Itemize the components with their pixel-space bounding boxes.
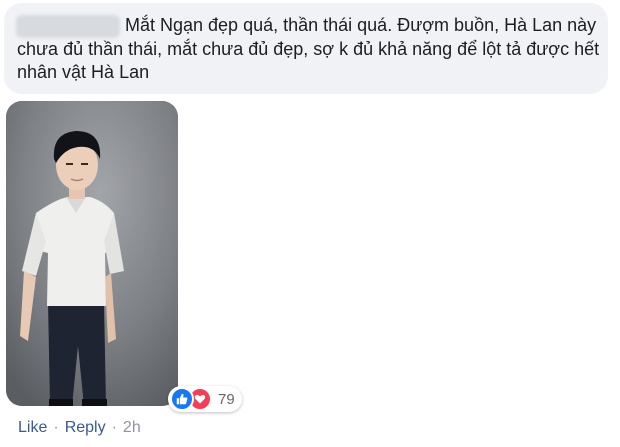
like-icon <box>170 387 194 411</box>
separator-dot: · <box>111 419 117 436</box>
comment-actions: Like · Reply · 2h <box>18 418 141 438</box>
reaction-count: 79 <box>218 390 235 408</box>
comment-bubble: Mắt Ngạn đẹp quá, thần thái quá. Đượm bu… <box>4 3 608 94</box>
attached-photo[interactable] <box>6 101 178 406</box>
like-button[interactable]: Like <box>18 418 47 438</box>
separator-dot: · <box>53 419 59 436</box>
comment-text: Mắt Ngạn đẹp quá, thần thái quá. Đượm bu… <box>17 15 600 82</box>
timestamp[interactable]: 2h <box>123 418 141 438</box>
reactions-summary[interactable]: 79 <box>168 386 242 412</box>
photo-illustration <box>6 101 178 406</box>
reply-button[interactable]: Reply <box>65 418 106 438</box>
